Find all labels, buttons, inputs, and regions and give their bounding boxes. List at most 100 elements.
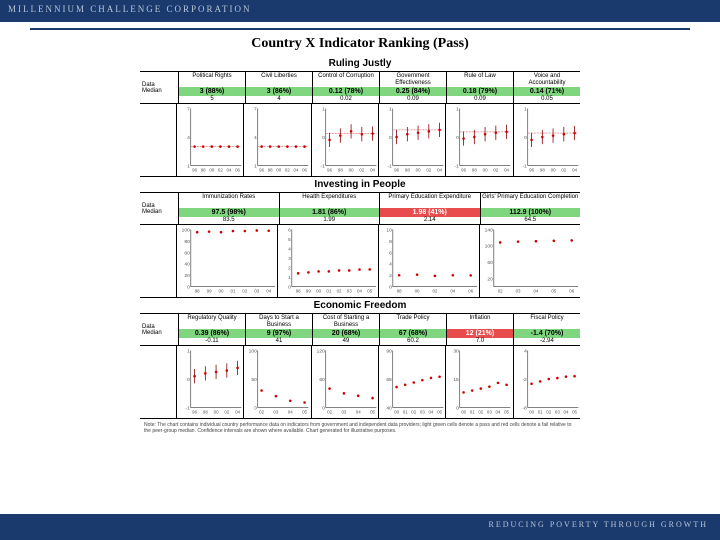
svg-text:00: 00 bbox=[348, 168, 353, 173]
indicator-value: 3 (88%) bbox=[179, 87, 245, 96]
svg-text:96: 96 bbox=[327, 168, 332, 173]
svg-text:04: 04 bbox=[504, 168, 509, 173]
indicator-cell: Days to Start a Business 9 (97%) 41 bbox=[245, 314, 312, 345]
indicator-cell: Political Rights 3 (88%) 5 bbox=[178, 72, 245, 103]
page-title: Country X Indicator Ranking (Pass) bbox=[0, 36, 720, 52]
svg-text:10: 10 bbox=[386, 227, 392, 233]
svg-text:05: 05 bbox=[370, 410, 375, 415]
svg-text:-1: -1 bbox=[185, 406, 190, 412]
scorecard-panel: Ruling JustlyDataMedianPolitical Rights … bbox=[140, 58, 580, 434]
indicator-name: Girls' Primary Education Completion bbox=[481, 193, 581, 208]
svg-text:98: 98 bbox=[296, 289, 301, 294]
mini-chart: 02040608010098990001020304 bbox=[176, 225, 277, 297]
indicator-cell: Health Expenditures 1.81 (86%) 1.99 bbox=[279, 193, 380, 224]
svg-text:7: 7 bbox=[187, 106, 190, 112]
indicator-median: 83.5 bbox=[179, 217, 279, 224]
header-bar: MILLENNIUM CHALLENGE CORPORATION bbox=[0, 0, 720, 22]
svg-text:04: 04 bbox=[450, 289, 455, 294]
mini-chart: 147969800020406 bbox=[243, 104, 310, 176]
svg-text:01: 01 bbox=[470, 410, 475, 415]
chart-row: 147969800020406147969800020406-101969800… bbox=[140, 104, 580, 177]
svg-text:03: 03 bbox=[555, 410, 560, 415]
footer-tagline: REDUCING POVERTY THROUGH GROWTH bbox=[488, 520, 708, 529]
svg-text:02: 02 bbox=[479, 410, 484, 415]
svg-text:96: 96 bbox=[259, 168, 264, 173]
svg-text:04: 04 bbox=[294, 168, 299, 173]
indicator-value: 1.98 (41%) bbox=[380, 208, 480, 217]
mini-chart: -1019698000204 bbox=[513, 104, 580, 176]
svg-text:1: 1 bbox=[288, 275, 291, 281]
section-title: Economic Freedom bbox=[140, 300, 580, 311]
indicator-median: 1.99 bbox=[280, 217, 380, 224]
indicator-median: 49 bbox=[313, 338, 379, 345]
svg-text:03: 03 bbox=[487, 410, 492, 415]
svg-text:0: 0 bbox=[524, 135, 527, 141]
svg-text:04: 04 bbox=[370, 168, 375, 173]
indicator-value: 97.5 (98%) bbox=[179, 208, 279, 217]
svg-text:90: 90 bbox=[386, 348, 392, 354]
svg-text:7: 7 bbox=[254, 106, 257, 112]
svg-text:03: 03 bbox=[341, 410, 346, 415]
svg-text:40: 40 bbox=[386, 406, 392, 412]
svg-text:1: 1 bbox=[187, 348, 190, 354]
svg-text:100: 100 bbox=[249, 348, 257, 354]
indicator-median: 41 bbox=[246, 338, 312, 345]
svg-text:00: 00 bbox=[416, 168, 421, 173]
indicator-median: 0.05 bbox=[514, 96, 580, 103]
indicator-value: 9 (97%) bbox=[246, 329, 312, 338]
svg-text:04: 04 bbox=[227, 168, 232, 173]
indicator-name: Cost of Starting a Business bbox=[313, 314, 379, 329]
indicator-median: 0.09 bbox=[380, 96, 446, 103]
footer-bar: REDUCING POVERTY THROUGH GROWTH bbox=[0, 514, 720, 540]
svg-text:04: 04 bbox=[437, 168, 442, 173]
svg-text:0: 0 bbox=[456, 406, 459, 412]
svg-text:20: 20 bbox=[184, 273, 190, 279]
svg-text:6: 6 bbox=[288, 227, 291, 233]
indicator-cell: Trade Policy 67 (68%) 60.2 bbox=[379, 314, 446, 345]
footnote: Note: The chart contains individual coun… bbox=[144, 422, 576, 434]
indicator-value: 20 (68%) bbox=[313, 329, 379, 338]
svg-text:02: 02 bbox=[285, 168, 290, 173]
svg-text:05: 05 bbox=[504, 410, 509, 415]
svg-text:4: 4 bbox=[288, 246, 291, 252]
indicator-cell: Primary Education Expenditure 1.98 (41%)… bbox=[379, 193, 480, 224]
svg-text:06: 06 bbox=[569, 289, 574, 294]
svg-text:0: 0 bbox=[456, 135, 459, 141]
chart-row: -101969800020405010002030405060120020304… bbox=[140, 346, 580, 419]
svg-text:1: 1 bbox=[456, 106, 459, 112]
svg-text:98: 98 bbox=[268, 168, 273, 173]
mini-chart: 06012002030405 bbox=[311, 346, 378, 418]
svg-text:20: 20 bbox=[487, 277, 493, 283]
svg-text:98: 98 bbox=[203, 410, 208, 415]
svg-text:1: 1 bbox=[389, 106, 392, 112]
svg-text:98: 98 bbox=[201, 168, 206, 173]
svg-text:6: 6 bbox=[389, 250, 392, 256]
svg-text:60: 60 bbox=[184, 250, 190, 256]
indicator-row: DataMedianImmunization Rates 97.5 (98%) … bbox=[140, 192, 580, 225]
mini-chart: 20601001400203040506 bbox=[479, 225, 580, 297]
svg-text:96: 96 bbox=[192, 168, 197, 173]
svg-text:65: 65 bbox=[386, 377, 392, 383]
svg-text:98: 98 bbox=[397, 289, 402, 294]
svg-text:05: 05 bbox=[367, 289, 372, 294]
indicator-value: 0.12 (78%) bbox=[313, 87, 379, 96]
svg-text:03: 03 bbox=[254, 289, 259, 294]
svg-text:02: 02 bbox=[359, 168, 364, 173]
svg-text:-1: -1 bbox=[455, 164, 460, 170]
indicator-name: Trade Policy bbox=[380, 314, 446, 329]
indicator-median: 5 bbox=[179, 96, 245, 103]
svg-text:98: 98 bbox=[405, 168, 410, 173]
row-lead: DataMedian bbox=[140, 193, 178, 224]
indicator-name: Political Rights bbox=[179, 72, 245, 87]
svg-text:60: 60 bbox=[319, 377, 325, 383]
svg-text:96: 96 bbox=[529, 168, 534, 173]
svg-text:00: 00 bbox=[394, 410, 399, 415]
svg-text:05: 05 bbox=[551, 289, 556, 294]
indicator-name: Primary Education Expenditure bbox=[380, 193, 480, 208]
svg-text:1: 1 bbox=[322, 106, 325, 112]
svg-text:03: 03 bbox=[347, 289, 352, 294]
svg-text:4: 4 bbox=[187, 135, 190, 141]
indicator-median: 2.14 bbox=[380, 217, 480, 224]
indicator-row: DataMedianPolitical Rights 3 (88%) 5Civi… bbox=[140, 71, 580, 104]
row-lead: DataMedian bbox=[140, 72, 178, 103]
